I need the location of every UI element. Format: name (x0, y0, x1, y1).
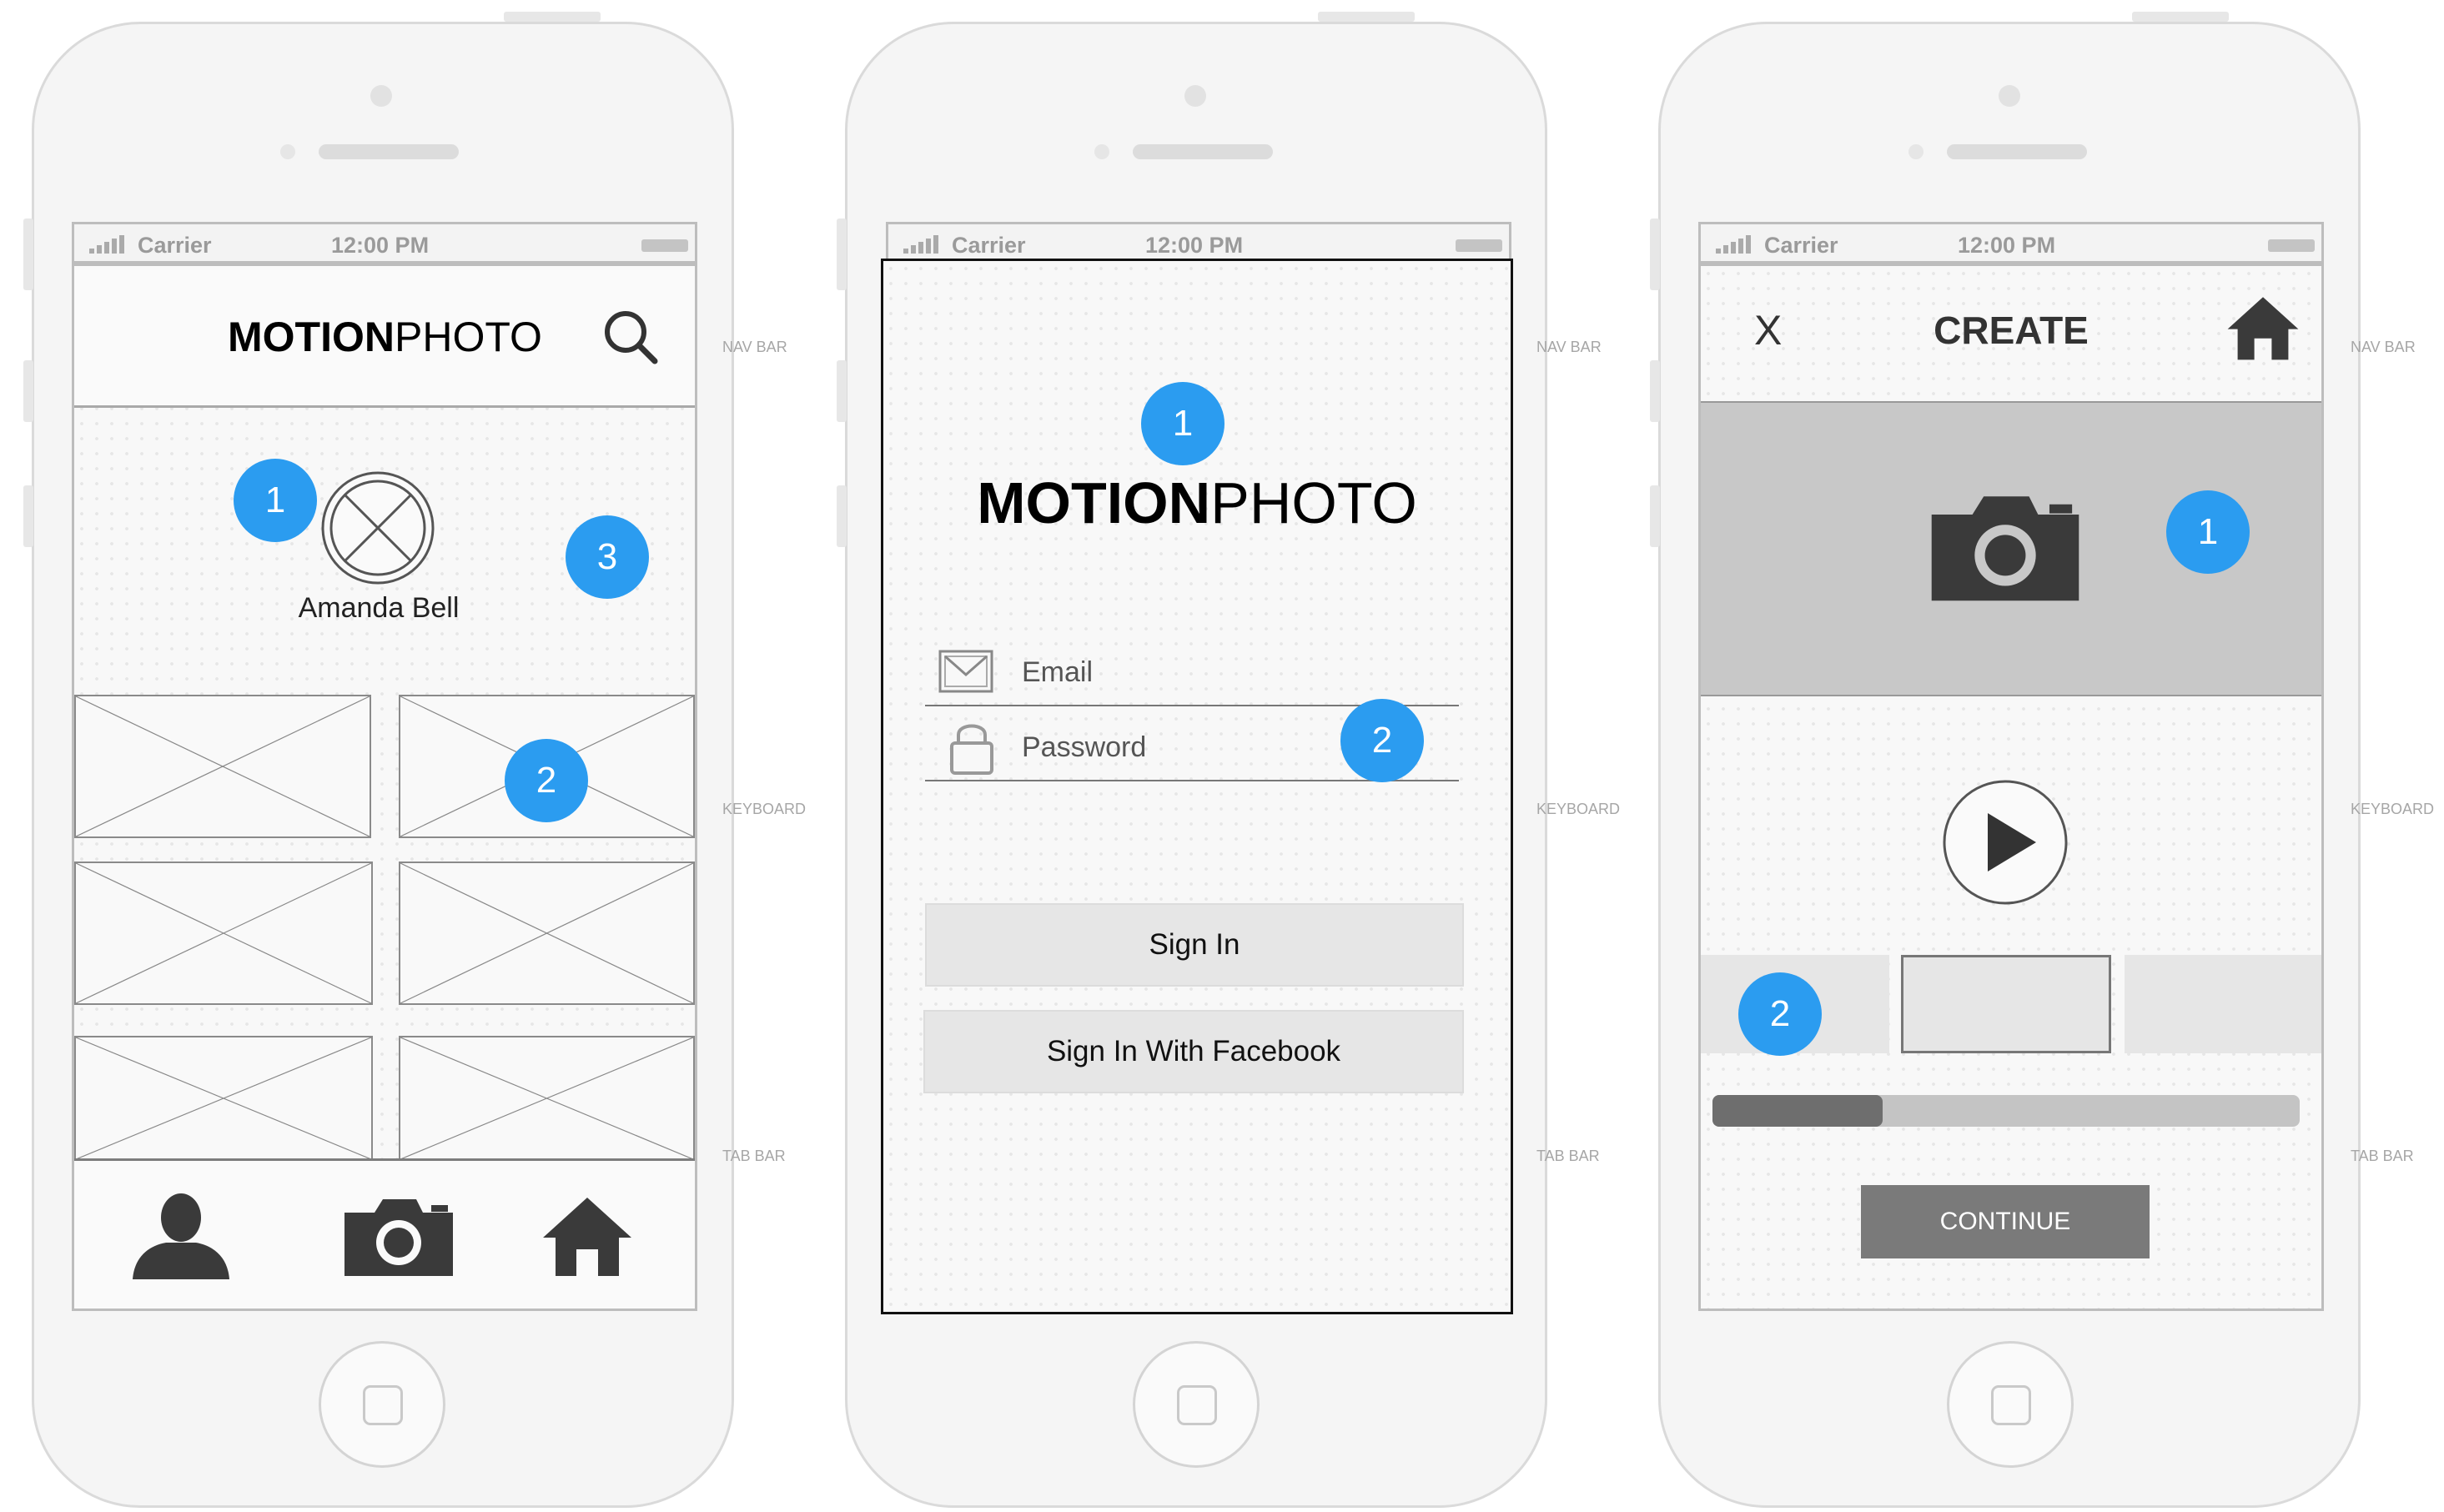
logo-light: PHOTO (1210, 470, 1417, 535)
callout-badge-1: 1 (2166, 490, 2250, 574)
volume-button (837, 219, 847, 290)
power-button (1318, 12, 1415, 22)
search-icon[interactable] (601, 308, 660, 366)
callout-badge-1: 1 (234, 459, 317, 542)
email-icon (938, 650, 993, 693)
volume-button (23, 219, 33, 290)
nav-bar-annotation: NAV BAR (722, 339, 787, 355)
logo-bold: MOTION (977, 470, 1211, 535)
battery-icon (1456, 239, 1502, 252)
sensor (280, 144, 295, 159)
volume-button (23, 360, 33, 422)
tab-bar-annotation: TAB BAR (1536, 1148, 1600, 1164)
create-screen: X CREATE CONTINUE (1698, 264, 2324, 1311)
frame-thumbnail-selected[interactable] (1901, 955, 2111, 1053)
volume-button (1650, 485, 1660, 547)
home-button-square-icon (1991, 1385, 2031, 1425)
speaker (1947, 144, 2087, 159)
user-name: Amanda Bell (298, 592, 460, 624)
photo-thumbnail[interactable] (399, 1036, 695, 1161)
email-field[interactable]: Email (925, 633, 1459, 706)
volume-button (837, 485, 847, 547)
close-button[interactable]: X (1754, 306, 1782, 354)
speaker (319, 144, 459, 159)
tab-bar (74, 1158, 695, 1309)
camera-icon (1931, 496, 2079, 601)
power-button (504, 12, 601, 22)
home-button-square-icon (1177, 1385, 1217, 1425)
password-placeholder: Password (1022, 731, 1147, 763)
callout-badge-1: 1 (1141, 382, 1225, 465)
page-title: CREATE (1934, 309, 2089, 352)
front-camera (1184, 85, 1206, 107)
photo-thumbnail[interactable] (74, 695, 371, 838)
volume-button (1650, 219, 1660, 290)
volume-button (1650, 360, 1660, 422)
lock-icon (950, 724, 993, 775)
nav-bar: MOTIONPHOTO (74, 266, 695, 408)
app-logo: MOTIONPHOTO (228, 313, 542, 361)
carrier-label: Carrier (1764, 233, 1838, 258)
home-icon[interactable] (2226, 294, 2300, 361)
callout-badge-2: 2 (505, 739, 588, 822)
nav-bar: X CREATE (1701, 266, 2321, 401)
frame-thumbnail[interactable] (2125, 955, 2321, 1053)
battery-icon (2268, 239, 2315, 252)
progress-track[interactable] (1712, 1095, 2300, 1127)
status-bar: Carrier 12:00 PM (886, 222, 1511, 264)
app-logo: MOTIONPHOTO (883, 470, 1511, 536)
sign-in-button[interactable]: Sign In (925, 903, 1464, 987)
nav-bar-annotation: NAV BAR (1536, 339, 1602, 355)
keyboard-annotation: KEYBOARD (2351, 801, 2435, 817)
carrier-label: Carrier (138, 233, 212, 258)
photo-thumbnail[interactable] (399, 861, 695, 1005)
status-bar: Carrier 12:00 PM (1698, 222, 2324, 264)
logo-light: PHOTO (394, 314, 542, 360)
power-button (2132, 12, 2229, 22)
status-time: 12:00 PM (1958, 233, 2056, 258)
signal-icon (903, 235, 938, 254)
signal-icon (1716, 235, 1751, 254)
status-bar: Carrier 12:00 PM (72, 222, 697, 264)
callout-badge-3: 3 (566, 515, 649, 599)
front-camera (1999, 85, 2020, 107)
status-time: 12:00 PM (331, 233, 430, 258)
speaker (1133, 144, 1273, 159)
callout-badge-2: 2 (1340, 699, 1424, 782)
sign-in-facebook-button[interactable]: Sign In With Facebook (923, 1010, 1464, 1093)
tab-bar-annotation: TAB BAR (2351, 1148, 2414, 1164)
sensor (1094, 144, 1109, 159)
continue-button[interactable]: CONTINUE (1861, 1185, 2150, 1258)
person-icon[interactable] (129, 1193, 233, 1279)
play-button[interactable] (1941, 778, 2069, 907)
keyboard-annotation: KEYBOARD (1536, 801, 1621, 817)
keyboard-annotation: KEYBOARD (722, 801, 807, 817)
nav-bar-annotation: NAV BAR (2351, 339, 2416, 355)
battery-icon (641, 239, 688, 252)
home-icon[interactable] (541, 1194, 633, 1278)
volume-button (837, 360, 847, 422)
photo-thumbnail[interactable] (74, 861, 373, 1005)
sensor (1908, 144, 1924, 159)
avatar[interactable] (319, 470, 436, 586)
profile-screen: MOTIONPHOTO Amanda Bell (72, 264, 697, 1311)
carrier-label: Carrier (952, 233, 1026, 258)
progress-fill (1712, 1095, 1883, 1127)
signal-icon (89, 235, 124, 254)
volume-button (23, 485, 33, 547)
callout-badge-2: 2 (1738, 972, 1822, 1056)
home-button-square-icon (363, 1385, 403, 1425)
front-camera (370, 85, 392, 107)
status-time: 12:00 PM (1145, 233, 1244, 258)
camera-icon[interactable] (343, 1194, 455, 1278)
photo-thumbnail[interactable] (74, 1036, 373, 1161)
email-placeholder: Email (1022, 656, 1094, 688)
logo-bold: MOTION (228, 314, 395, 360)
tab-bar-annotation: TAB BAR (722, 1148, 786, 1164)
